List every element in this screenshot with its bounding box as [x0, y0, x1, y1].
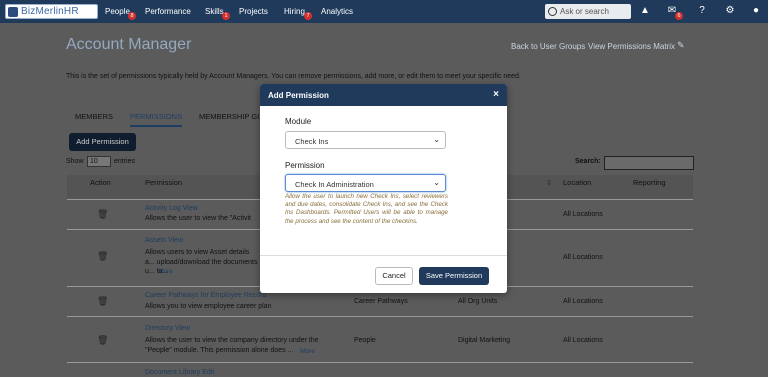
- nav-skills-badge: 1: [222, 12, 230, 20]
- trash-icon[interactable]: 🗑: [97, 296, 108, 307]
- modal-header: Add Permission ×: [260, 84, 507, 106]
- permission-scope: All Org Units: [458, 298, 498, 305]
- modal-divider: [260, 255, 507, 256]
- page-title: Account Manager: [66, 36, 192, 53]
- header-action[interactable]: Action: [90, 178, 111, 187]
- brand-name: BizMerlinHR: [21, 6, 79, 17]
- view-permissions-matrix-link[interactable]: View Permissions Matrix: [588, 42, 675, 51]
- logo-icon: [8, 6, 18, 17]
- entries-label: entries: [114, 158, 136, 165]
- global-search[interactable]: Ask or search: [545, 4, 631, 19]
- show-label: Show: [66, 158, 84, 165]
- more-link[interactable]: More: [158, 268, 173, 275]
- nav-analytics[interactable]: Analytics: [321, 0, 353, 23]
- nav-performance[interactable]: Performance: [145, 0, 191, 23]
- close-icon[interactable]: ×: [493, 89, 499, 100]
- cancel-button[interactable]: Cancel: [375, 267, 413, 285]
- graduation-cap-icon[interactable]: ▲: [639, 5, 651, 17]
- permission-help-text: Allow the user to launch new Check Ins, …: [285, 193, 448, 225]
- permission-module: Career Pathways: [354, 298, 408, 305]
- permission-location: All Locations: [563, 298, 603, 305]
- permission-scope: Digital Marketing: [458, 337, 511, 344]
- permission-desc: Allows the user to view the company dire…: [145, 337, 319, 354]
- sort-icon[interactable]: ⇕: [546, 178, 552, 187]
- mail-badge: 6: [675, 12, 683, 20]
- permission-name[interactable]: Career Pathways for Employee Record: [145, 292, 266, 299]
- nav-skills[interactable]: Skills: [205, 0, 224, 23]
- add-permission-button[interactable]: Add Permission: [69, 133, 136, 151]
- user-avatar-icon[interactable]: ●: [750, 5, 762, 17]
- permission-name[interactable]: Directory View: [145, 325, 190, 332]
- page-description: This is the set of permissions typically…: [66, 73, 521, 80]
- permission-desc: Allows you to view employee career plan: [145, 303, 272, 310]
- gear-icon[interactable]: ⚙: [724, 5, 736, 17]
- permission-name[interactable]: Document Library Edit: [145, 369, 214, 376]
- add-permission-modal: Add Permission × Module Check Ins ⌄ Perm…: [260, 84, 507, 293]
- permission-location: All Locations: [563, 337, 603, 344]
- module-select[interactable]: Check Ins ⌄: [285, 131, 446, 149]
- permission-location: All Locations: [563, 254, 603, 261]
- permission-location: All Locations: [563, 211, 603, 218]
- permission-select[interactable]: Check In Administration ⌄: [285, 174, 446, 192]
- chevron-down-icon: ⌄: [433, 135, 440, 144]
- nav-people-badge: 8: [128, 12, 136, 20]
- header-permission[interactable]: Permission: [145, 178, 182, 187]
- permission-name[interactable]: Assets View: [145, 237, 183, 244]
- save-permission-button[interactable]: Save Permission: [419, 267, 489, 285]
- nav-people[interactable]: People: [105, 0, 130, 23]
- permission-desc: Allows the user to view the "Activit: [145, 215, 251, 222]
- permission-module: People: [354, 337, 376, 344]
- module-select-value: Check Ins: [295, 137, 329, 146]
- permission-select-value: Check In Administration: [295, 180, 374, 189]
- nav-hiring[interactable]: Hiring: [284, 0, 305, 23]
- back-to-user-groups-link[interactable]: Back to User Groups: [511, 42, 585, 51]
- entries-select[interactable]: 10: [87, 156, 111, 167]
- permission-name[interactable]: Activity Log View: [145, 205, 198, 212]
- modal-title: Add Permission: [268, 91, 329, 100]
- tab-members[interactable]: MEMBERS: [75, 112, 113, 121]
- header-location[interactable]: Location: [563, 178, 591, 187]
- global-search-placeholder: Ask or search: [560, 7, 609, 16]
- top-navigation-bar: BizMerlinHR People 8 Performance Skills …: [0, 0, 768, 23]
- nav-hiring-badge: 7: [304, 12, 312, 20]
- pencil-icon[interactable]: ✎: [677, 40, 685, 51]
- nav-projects[interactable]: Projects: [239, 0, 268, 23]
- help-icon[interactable]: ?: [696, 5, 708, 17]
- module-label: Module: [285, 117, 312, 126]
- search-icon: [548, 7, 557, 16]
- chevron-down-icon: ⌄: [433, 178, 440, 187]
- trash-icon[interactable]: 🗑: [97, 209, 108, 220]
- table-search-input[interactable]: [604, 156, 694, 170]
- trash-icon[interactable]: 🗑: [97, 251, 108, 262]
- more-link[interactable]: More: [300, 348, 315, 355]
- brand-logo[interactable]: BizMerlinHR: [5, 4, 98, 19]
- header-reporting[interactable]: Reporting: [633, 178, 666, 187]
- trash-icon[interactable]: 🗑: [97, 335, 108, 346]
- tab-membership-guidelines[interactable]: MEMBERSHIP GU: [199, 112, 263, 121]
- search-label: Search:: [575, 158, 601, 165]
- permission-label: Permission: [285, 161, 325, 170]
- tab-permissions[interactable]: PERMISSIONS: [130, 112, 183, 127]
